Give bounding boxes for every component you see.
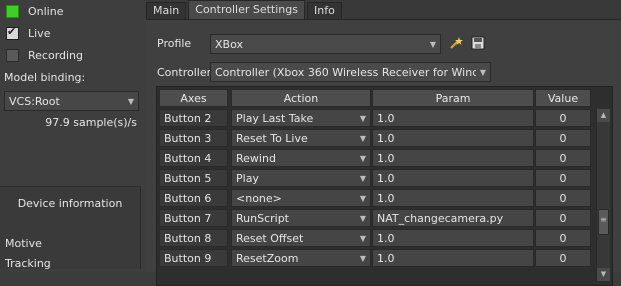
action-value: Play — [236, 172, 259, 185]
action-select[interactable]: Reset Offset ▼ — [231, 229, 371, 247]
controller-value: Controller (Xbox 360 Wireless Receiver f… — [215, 65, 476, 79]
action-value: Play Last Take — [236, 112, 314, 125]
action-select[interactable]: Play ▼ — [231, 169, 371, 187]
chevron-down-icon[interactable]: ▼ — [124, 97, 138, 106]
recording-label: Recording — [28, 49, 84, 62]
param-field[interactable]: 1.0 — [372, 109, 534, 127]
action-select[interactable]: RunScript ▼ — [231, 209, 371, 227]
param-field[interactable]: 1.0 — [372, 229, 534, 247]
value-cell: 0 — [535, 229, 591, 247]
action-select[interactable]: Play Last Take ▼ — [231, 109, 371, 127]
action-value: Reset Offset — [236, 232, 304, 245]
chevron-down-icon[interactable]: ▼ — [356, 190, 370, 206]
controller-settings-panel: Profile XBox ▼ Controller Controller (Xb… — [146, 20, 621, 286]
chevron-down-icon[interactable]: ▼ — [356, 170, 370, 186]
action-select[interactable]: ResetZoom ▼ — [231, 249, 371, 267]
online-status: Online — [6, 5, 63, 18]
model-binding-value: VCS:Root — [9, 94, 60, 108]
chevron-down-icon[interactable]: ▼ — [356, 150, 370, 166]
action-select[interactable]: Reset To Live ▼ — [231, 129, 371, 147]
sample-rate: 97.9 sample(s)/s — [45, 116, 137, 129]
device-info-header: Device information — [17, 197, 123, 210]
tab-controller-settings[interactable]: Controller Settings — [188, 0, 305, 19]
online-label: Online — [28, 5, 64, 18]
action-select[interactable]: <none> ▼ — [231, 189, 371, 207]
value-cell: 0 — [535, 169, 591, 187]
param-field[interactable]: 1.0 — [372, 189, 534, 207]
axis-cell: Button 8 — [159, 229, 228, 247]
action-value: ResetZoom — [236, 252, 299, 265]
device-item-tracking[interactable]: Tracking — [5, 257, 51, 270]
live-label: Live — [28, 27, 51, 40]
controller-select[interactable]: Controller (Xbox 360 Wireless Receiver f… — [210, 62, 491, 82]
live-checkbox-row[interactable]: Live — [6, 25, 51, 40]
tab-bar: Main Controller Settings Info — [146, 0, 621, 20]
recording-checkbox[interactable] — [6, 49, 19, 62]
axis-cell: Button 5 — [159, 169, 228, 187]
online-indicator-icon — [6, 5, 19, 18]
param-field[interactable]: NAT_changecamera.py — [372, 209, 534, 227]
value-cell: 0 — [535, 209, 591, 227]
chevron-down-icon[interactable]: ▼ — [356, 130, 370, 146]
sidebar: Online Live Recording Model binding: VCS… — [0, 0, 147, 272]
chevron-down-icon[interactable]: ▼ — [356, 250, 370, 266]
chevron-down-icon[interactable]: ▼ — [356, 210, 370, 226]
column-header-action[interactable]: Action — [231, 89, 371, 107]
tab-info[interactable]: Info — [307, 2, 342, 19]
action-value: <none> — [236, 192, 282, 205]
magic-wand-icon[interactable] — [449, 36, 463, 50]
device-item-motive[interactable]: Motive — [5, 237, 42, 250]
column-header-axes[interactable]: Axes — [159, 89, 228, 107]
live-checkbox[interactable] — [6, 25, 19, 40]
param-field[interactable]: 1.0 — [372, 149, 534, 167]
scroll-up-icon[interactable]: ▲ — [597, 109, 610, 122]
profile-select[interactable]: XBox ▼ — [210, 34, 441, 54]
action-value: RunScript — [236, 212, 289, 225]
controller-label: Controller — [157, 66, 212, 79]
chevron-down-icon[interactable]: ▼ — [426, 40, 440, 49]
axis-cell: Button 7 — [159, 209, 228, 227]
main-area: Main Controller Settings Info Profile XB… — [146, 0, 621, 286]
model-binding-label: Model binding: — [4, 71, 86, 84]
action-value: Rewind — [236, 152, 276, 165]
recording-checkbox-row[interactable]: Recording — [6, 49, 83, 62]
save-icon[interactable] — [471, 36, 485, 50]
value-cell: 0 — [535, 189, 591, 207]
value-cell: 0 — [535, 249, 591, 267]
axis-cell: Button 3 — [159, 129, 228, 147]
action-value: Reset To Live — [236, 132, 308, 145]
device-information-panel: Device information Motive Tracking — [0, 186, 141, 270]
param-field[interactable]: 1.0 — [372, 169, 534, 187]
profile-value: XBox — [215, 37, 243, 51]
value-cell: 0 — [535, 109, 591, 127]
model-binding-select[interactable]: VCS:Root ▼ — [4, 91, 139, 111]
profile-label: Profile — [157, 37, 192, 50]
param-field[interactable]: 1.0 — [372, 249, 534, 267]
axis-cell: Button 2 — [159, 109, 228, 127]
axis-cell: Button 4 — [159, 149, 228, 167]
chevron-down-icon[interactable]: ▼ — [356, 230, 370, 246]
action-select[interactable]: Rewind ▼ — [231, 149, 371, 167]
axis-cell: Button 6 — [159, 189, 228, 207]
controller-mapping-table: Axes Action Param Value Button 2 Play Las… — [156, 86, 613, 286]
scroll-down-icon[interactable]: ▼ — [597, 268, 610, 281]
axis-cell: Button 9 — [159, 249, 228, 267]
chevron-down-icon[interactable]: ▼ — [476, 68, 490, 77]
column-header-value[interactable]: Value — [535, 89, 591, 107]
value-cell: 0 — [535, 129, 591, 147]
scroll-thumb[interactable]: ≡ — [598, 209, 609, 235]
tab-main[interactable]: Main — [146, 2, 187, 19]
chevron-down-icon[interactable]: ▼ — [356, 110, 370, 126]
vertical-scrollbar[interactable]: ▲ ≡ ▼ — [596, 109, 610, 281]
column-header-param[interactable]: Param — [372, 89, 534, 107]
value-cell: 0 — [535, 149, 591, 167]
param-field[interactable]: 1.0 — [372, 129, 534, 147]
